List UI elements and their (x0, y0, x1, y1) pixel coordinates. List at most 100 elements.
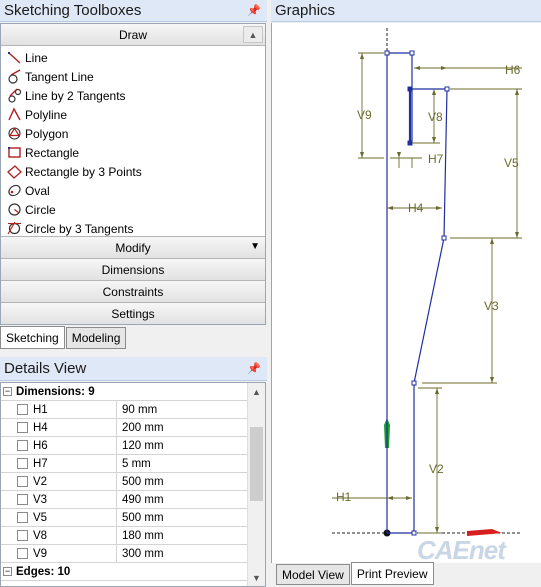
dimension-value-cell[interactable]: 120 mm (117, 437, 247, 454)
dimensions-group-header[interactable]: − Dimensions: 9 (1, 383, 247, 401)
parameter-checkbox[interactable] (17, 512, 28, 523)
table-row[interactable]: H4 200 mm (1, 419, 247, 437)
tool-label: Polyline (25, 107, 68, 122)
table-row[interactable]: H1 90 mm (1, 401, 247, 419)
tool-rectangle[interactable]: Rectangle (7, 143, 265, 162)
tool-polyline[interactable]: Polyline (7, 105, 265, 124)
tangent-line-icon (8, 69, 21, 84)
constraints-section-header[interactable]: Constraints (1, 280, 265, 302)
pin-icon[interactable]: 📌 (247, 362, 261, 375)
dim-label-v2[interactable]: V2 (429, 462, 444, 476)
polyline-icon (8, 107, 21, 121)
draw-section-label: Draw (118, 27, 147, 42)
parameter-checkbox[interactable] (17, 476, 28, 487)
tool-rectangle-by-3-points[interactable]: Rectangle by 3 Points (7, 162, 265, 181)
parameter-checkbox[interactable] (17, 404, 28, 415)
tool-label: Rectangle by 3 Points (25, 164, 142, 179)
dim-label-v8[interactable]: V8 (428, 110, 443, 124)
scroll-up-icon[interactable]: ▲ (248, 383, 265, 400)
dimension-name-cell: H1 (1, 401, 117, 418)
tab-sketching[interactable]: Sketching (0, 326, 65, 349)
tab-modeling[interactable]: Modeling (65, 327, 127, 349)
dimension-value-cell[interactable]: 90 mm (117, 401, 247, 418)
parameter-checkbox[interactable] (17, 422, 28, 433)
tool-oval[interactable]: Oval (7, 181, 265, 200)
circle-icon (8, 203, 21, 216)
edges-group-header[interactable]: − Edges: 10 (1, 563, 247, 581)
tool-label: Line by 2 Tangents (25, 88, 126, 103)
dimension-value-cell[interactable]: 200 mm (117, 419, 247, 436)
sketching-toolboxes-panel: Sketching Toolboxes 📌 Draw ▲ Line Tangen… (0, 0, 267, 587)
graphics-title: Graphics (275, 2, 336, 19)
dimension-name: H6 (33, 439, 48, 452)
draw-tool-list: Line Tangent Line Line by 2 Tangents Pol… (1, 46, 265, 236)
dim-label-h7[interactable]: H7 (428, 152, 444, 166)
tool-tangent-line[interactable]: Tangent Line (7, 67, 265, 86)
pin-icon[interactable]: 📌 (247, 4, 261, 17)
table-row[interactable]: V5 500 mm (1, 509, 247, 527)
dim-label-h6[interactable]: H6 (505, 63, 521, 77)
dimension-value-cell[interactable]: 500 mm (117, 509, 247, 526)
dim-label-v3[interactable]: V3 (484, 299, 499, 313)
table-row[interactable]: V9 300 mm (1, 545, 247, 563)
draw-section-header[interactable]: Draw ▲ (1, 24, 265, 46)
dimension-name: H7 (33, 457, 48, 470)
toolboxes-title-bar: Sketching Toolboxes 📌 (0, 0, 267, 22)
tab-model-view[interactable]: Model View (276, 564, 350, 585)
sketch-profile (386, 52, 448, 534)
table-row[interactable]: V3 490 mm (1, 491, 247, 509)
dim-label-h4[interactable]: H4 (408, 201, 424, 215)
dimension-value-cell[interactable]: 5 mm (117, 455, 247, 472)
sketch-canvas[interactable]: V9 H6 V8 V5 H7 H4 V3 V2 H1 (272, 23, 541, 563)
dimension-value-cell[interactable]: 180 mm (117, 527, 247, 544)
dimension-rows: H1 90 mm H4 200 mm H6 120 mm H7 5 mm V2 500 mm V3 4… (1, 401, 265, 563)
dim-label-v5[interactable]: V5 (504, 156, 519, 170)
parameter-checkbox[interactable] (17, 494, 28, 505)
details-scrollbar[interactable]: ▲ ▼ (247, 383, 265, 586)
collapse-icon[interactable]: − (3, 387, 12, 396)
parameter-checkbox[interactable] (17, 548, 28, 559)
settings-section-header[interactable]: Settings (1, 302, 265, 324)
dimensions-section-header[interactable]: Dimensions (1, 258, 265, 280)
dimension-value: 120 mm (122, 439, 164, 452)
rectangle-icon (8, 147, 21, 158)
scrollbar-thumb[interactable] (250, 427, 263, 501)
table-row[interactable]: V8 180 mm (1, 527, 247, 545)
graphics-viewport[interactable]: V9 H6 V8 V5 H7 H4 V3 V2 H1 (271, 23, 541, 563)
dimension-name: V8 (33, 529, 48, 542)
parameter-checkbox[interactable] (17, 530, 28, 541)
tab-print-preview[interactable]: Print Preview (350, 562, 434, 585)
dimension-name: V3 (33, 493, 48, 506)
tool-label: Rectangle (25, 145, 80, 160)
circle-3-tangents-icon (7, 221, 21, 235)
table-row[interactable]: H6 120 mm (1, 437, 247, 455)
collapse-icon[interactable]: − (3, 567, 12, 576)
table-row[interactable]: H7 5 mm (1, 455, 247, 473)
tool-line[interactable]: Line (7, 48, 265, 67)
tool-polygon[interactable]: Polygon (7, 124, 265, 143)
table-row[interactable]: V2 500 mm (1, 473, 247, 491)
dimension-value: 490 mm (122, 493, 164, 506)
dimension-value-cell[interactable]: 490 mm (117, 491, 247, 508)
tool-label: Oval (25, 183, 50, 198)
tool-line-by-2-tangents[interactable]: Line by 2 Tangents (7, 86, 265, 105)
tool-circle-by-3-tangents[interactable]: Circle by 3 Tangents (7, 219, 265, 236)
parameter-checkbox[interactable] (17, 440, 28, 451)
dim-label-v9[interactable]: V9 (357, 108, 372, 122)
tool-circle[interactable]: Circle (7, 200, 265, 219)
chevron-down-icon[interactable]: ▼ (250, 241, 260, 252)
parameter-checkbox[interactable] (17, 458, 28, 469)
modify-section-header[interactable]: Modify ▼ (1, 236, 265, 258)
dimension-name-cell: V9 (1, 545, 117, 562)
modify-section-label: Modify (115, 240, 151, 255)
scroll-down-icon[interactable]: ▼ (248, 569, 265, 586)
dimension-value-cell[interactable]: 500 mm (117, 473, 247, 490)
details-grid: − Dimensions: 9 H1 90 mm H4 200 mm H6 120 mm H… (0, 382, 266, 587)
toolboxes-title: Sketching Toolboxes (4, 2, 142, 19)
scroll-up-icon[interactable]: ▲ (243, 26, 263, 43)
dimension-value-cell[interactable]: 300 mm (117, 545, 247, 562)
group-label: Dimensions: 9 (16, 385, 95, 398)
dimension-name-cell: V5 (1, 509, 117, 526)
tab-label: Sketching (6, 330, 59, 345)
dim-label-h1[interactable]: H1 (336, 490, 352, 504)
